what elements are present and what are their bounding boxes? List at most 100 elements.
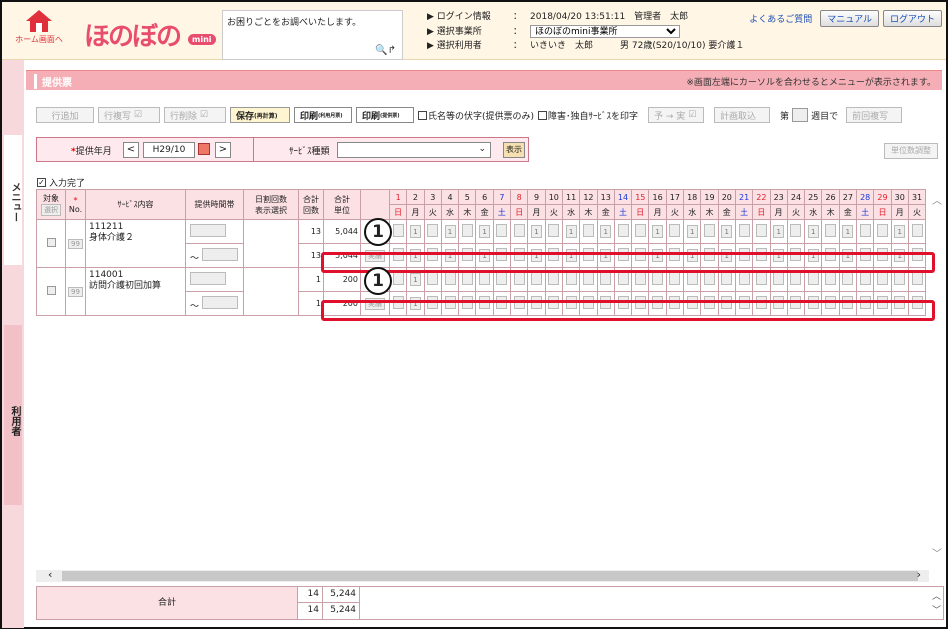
office-select[interactable]: ほのぼのmini事業所 (530, 24, 681, 38)
plan-day-cell[interactable]: 1 (596, 219, 615, 244)
chevron-up-icon[interactable]: ︿ (932, 589, 941, 602)
service-content: 111211 身体介護２ (85, 219, 186, 268)
weekday-label: 土 (734, 204, 754, 220)
plan-day-cell[interactable] (907, 219, 927, 244)
plan-day-cell[interactable] (752, 219, 771, 244)
print-user-button[interactable]: 印刷 (利用月票) (294, 107, 352, 123)
add-row-button[interactable]: 行追加 (36, 107, 94, 123)
plan-day-cell[interactable] (423, 219, 442, 244)
plan-day-cell[interactable]: 1 (717, 219, 736, 244)
row-select-checkbox[interactable] (36, 219, 66, 268)
day-number: 24 (786, 189, 806, 205)
save-button[interactable]: 保存 (再計算) (230, 107, 290, 123)
page-title-bar: 提供票 ※画面左端にカーソルを合わせるとメニューが表示されます。 (26, 70, 942, 90)
filter-bar: *提供年月 < H29/10 > ｻｰﾋﾞｽ種類 ⌄ 表示 (36, 137, 529, 162)
vertical-scrollbar[interactable]: ︿ ﹀ (930, 190, 944, 565)
name-mask-checkbox[interactable]: 氏名等の伏字(提供票のみ) (418, 109, 534, 122)
checkbox-icon (538, 110, 548, 120)
plan-day-cell[interactable] (544, 219, 563, 244)
horizontal-scrollbar[interactable]: ‹ › (36, 568, 929, 582)
logout-button[interactable]: ログアウト (882, 10, 942, 27)
print-disability-checkbox[interactable]: 障害･独自ｻｰﾋﾞｽを印字 (538, 109, 638, 122)
delete-row-button[interactable]: 行削除 ☑ (164, 107, 226, 123)
input-done-label: 入力完了 (49, 179, 86, 189)
row-no[interactable]: 99 (65, 219, 86, 268)
prev-month-button[interactable]: < (123, 142, 139, 158)
plan-day-cell[interactable] (458, 219, 477, 244)
chevron-down-icon[interactable]: ﹀ (932, 603, 941, 616)
highlight-box-row2 (321, 300, 935, 321)
total-units-plan: 5,244 (323, 587, 360, 603)
login-value: 2018/04/20 13:51:11 管理者 太郎 (530, 12, 689, 22)
menu-tab[interactable]: メニュー (4, 135, 22, 265)
plan-day-cell[interactable] (510, 219, 529, 244)
chevron-left-icon[interactable]: ‹ (48, 568, 52, 581)
user-label: 選択利用者 (436, 41, 482, 51)
plan-day-cell[interactable]: 1 (769, 219, 788, 244)
search-icon[interactable]: 🔍↱ (375, 45, 396, 56)
time-start-input[interactable] (185, 267, 244, 292)
row-no[interactable]: 99 (65, 267, 86, 316)
month-input[interactable]: H29/10 (143, 142, 195, 158)
week-input[interactable] (792, 108, 809, 122)
time-start-input[interactable] (185, 219, 244, 244)
plan-to-actual-button[interactable]: 予 → 実 ☑ (648, 107, 705, 123)
help-search-box[interactable]: お困りごとをお調べいたします。 🔍↱ (222, 10, 403, 60)
day-number: 16 (648, 189, 667, 205)
plan-day-cell[interactable]: 1 (683, 219, 702, 244)
copy-row-button[interactable]: 行複写 ☑ (98, 107, 160, 123)
required-mark: * (73, 195, 78, 205)
input-done-checkbox[interactable]: ✓ 入力完了 (37, 176, 85, 189)
plan-day-cell[interactable] (786, 219, 806, 244)
plan-day-cell[interactable] (492, 219, 512, 244)
time-end-input[interactable]: ～ (185, 291, 244, 316)
prev-copy-button[interactable]: 前回複写 (846, 107, 903, 123)
daily-select-cell (243, 267, 299, 316)
print-provider-button[interactable]: 印刷 (提供票) (356, 107, 414, 123)
plan-day-cell[interactable] (388, 219, 408, 244)
weekday-label: 火 (665, 204, 685, 220)
plan-import-button[interactable]: 計画取込 (714, 107, 771, 123)
chevron-right-icon[interactable]: › (917, 568, 921, 581)
plan-day-cell[interactable] (734, 219, 754, 244)
service-type-select[interactable]: ⌄ (337, 142, 491, 158)
unit-adjust-button[interactable]: 単位数調整 (884, 143, 938, 159)
calendar-icon[interactable] (198, 143, 210, 155)
actual-count: 1 (298, 291, 324, 316)
plan-day-cell[interactable]: 1 (648, 219, 667, 244)
plan-count: 1 (298, 267, 324, 292)
save-sub: (再計算) (254, 112, 278, 120)
manual-button[interactable]: マニュアル (820, 10, 879, 27)
plan-day-cell[interactable] (873, 219, 892, 244)
plan-day-cell[interactable]: 1 (527, 219, 546, 244)
plan-day-cell[interactable] (856, 219, 875, 244)
select-button[interactable]: 選択 (41, 204, 61, 216)
scrollbar-thumb[interactable] (62, 571, 918, 581)
faq-link[interactable]: よくあるご質問 (749, 12, 812, 25)
plan-day-cell[interactable] (631, 219, 650, 244)
print-provider-label: 印刷 (362, 111, 381, 122)
plan-day-cell[interactable] (613, 219, 633, 244)
plan-day-cell[interactable]: 1 (406, 219, 425, 244)
plan-day-cell[interactable] (700, 219, 719, 244)
plan-day-cell[interactable] (821, 219, 840, 244)
weekday-label: 木 (700, 204, 719, 220)
plan-day-cell[interactable]: 1 (890, 219, 909, 244)
home-button[interactable]: ホーム画面へ (14, 8, 64, 56)
plan-day-cell[interactable] (665, 219, 685, 244)
plan-day-cell[interactable]: 1 (804, 219, 823, 244)
user-tab[interactable]: 利用者 (4, 325, 22, 505)
plan-day-cell[interactable]: 1 (475, 219, 494, 244)
time-end-input[interactable]: ～ (185, 243, 244, 268)
chevron-up-icon[interactable]: ︿ (932, 192, 942, 207)
next-month-button[interactable]: > (215, 142, 231, 158)
filter-divider (253, 138, 254, 161)
show-button[interactable]: 表示 (503, 142, 525, 158)
plan-day-cell[interactable]: 1 (561, 219, 581, 244)
plan-day-cell[interactable]: 1 (838, 219, 858, 244)
row-select-checkbox[interactable] (36, 267, 66, 316)
print-disability-label: 障害･独自ｻｰﾋﾞｽを印字 (548, 111, 639, 122)
plan-day-cell[interactable] (579, 219, 598, 244)
plan-day-cell[interactable]: 1 (440, 219, 460, 244)
chevron-down-icon[interactable]: ﹀ (932, 545, 942, 560)
